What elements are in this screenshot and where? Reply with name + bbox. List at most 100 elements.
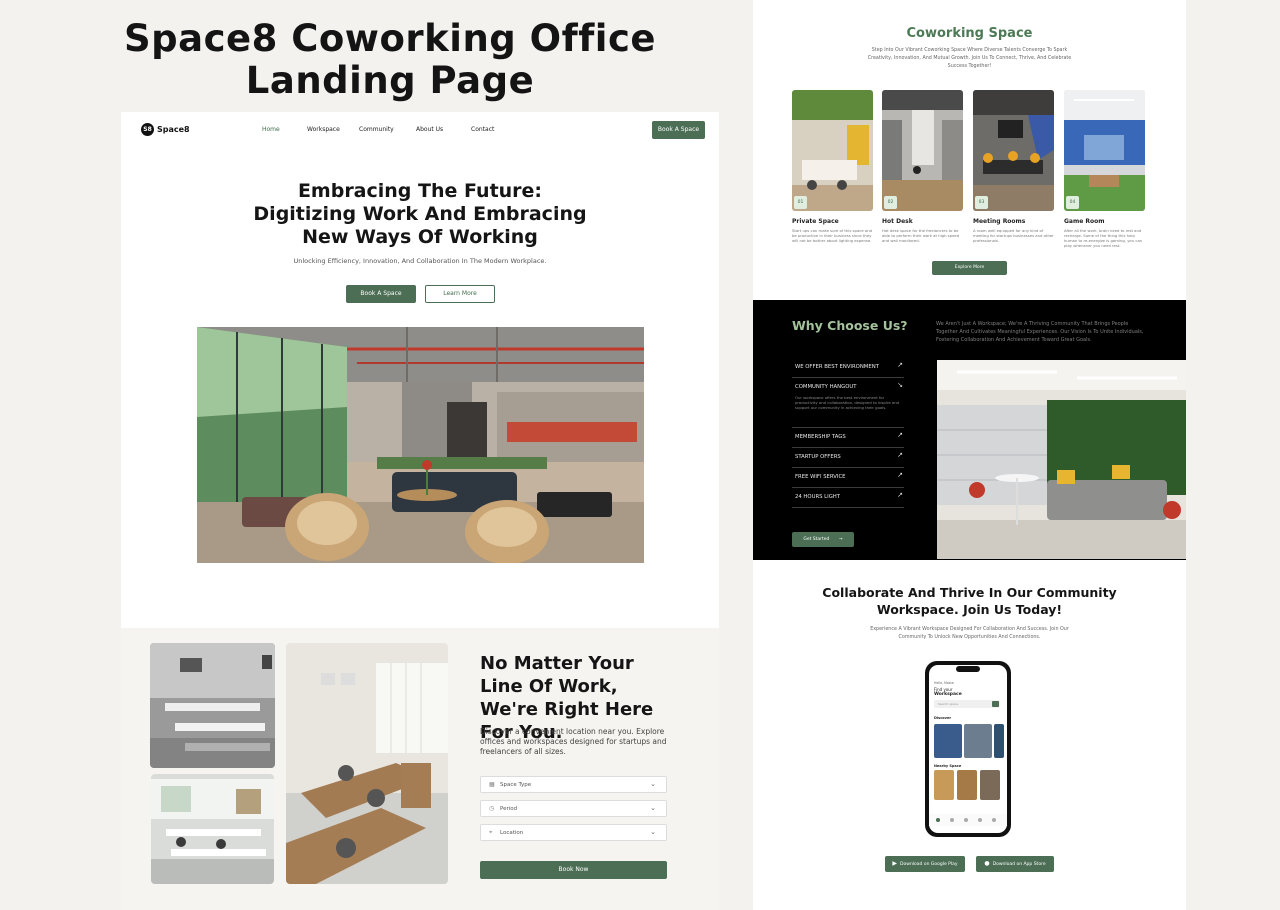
why-item[interactable]: WE OFFER BEST ENVIRONMENT ↗ [792,358,904,378]
google-play-button[interactable]: ▶ Download on Google Play [885,856,965,872]
book-space-nav-button[interactable]: Book A Space [652,121,705,139]
why-item-label: 24 HOURS LIGHT [795,494,841,500]
chevron-down-icon: ⌄ [650,780,656,788]
space-card[interactable]: 02 Hot Desk Hot desk space for the freel… [882,90,963,243]
space-card[interactable]: 01 Private Space Start ups can make sure… [792,90,873,243]
card-description: Start ups can make sure of this space an… [792,228,873,243]
coworking-title: Coworking Space [906,26,1033,41]
phone-search-input: Search space [938,702,959,706]
arrow-up-right-icon: ↗ [897,451,903,459]
space-type-label: Space Type [500,782,532,788]
nav-link-workspace[interactable]: Workspace [307,126,340,133]
card-number: 04 [1066,196,1079,209]
private-space-image: 01 [792,90,873,211]
get-started-label: Get Started [803,537,830,542]
finder-description: Discover a convenient location near you.… [480,727,667,756]
collab-description: Experience A Vibrant Workspace Designed … [870,627,1069,640]
card-title: Hot Desk [882,218,913,225]
card-description: After all the work, brain need to rest a… [1064,228,1143,248]
why-item-expanded[interactable]: COMMUNITY HANGOUT ↘ Our workspace offers… [792,378,904,428]
arrow-down-right-icon: ↘ [897,381,903,389]
pin-icon: ⌖ [489,829,493,836]
arrow-up-right-icon: ↗ [897,431,903,439]
arrow-up-right-icon: ↗ [897,491,903,499]
phone-discover: Discover [934,716,952,720]
office-photo-1 [150,643,275,768]
why-item-label: COMMUNITY HANGOUT [795,384,857,390]
card-number: 01 [794,196,807,209]
showcase-title-line2: Landing Page [245,59,535,102]
lounge-image [937,360,1186,559]
learn-more-button[interactable]: Learn More [425,285,495,303]
why-item-description: Our workspace offers the best environmen… [795,395,900,410]
why-item[interactable]: FREE WIFI SERVICE ↗ [792,468,904,488]
book-space-hero-button[interactable]: Book A Space [346,285,416,303]
office-photo-2 [151,774,274,884]
landing-page-left: S8 Space8 Home Workspace Community About… [121,112,719,910]
why-item[interactable]: MEMBERSHIP TAGS ↗ [792,428,904,448]
why-item-label: MEMBERSHIP TAGS [795,434,846,440]
why-choose-us-section: Why Choose Us? We Aren't Just A Workspac… [753,300,1186,560]
logo-text[interactable]: Space8 [157,123,190,136]
card-number: 02 [884,196,897,209]
why-item-label: FREE WIFI SERVICE [795,474,846,480]
nav-link-home[interactable]: Home [262,126,280,133]
hero-office-image [197,327,644,563]
app-store-label: Download on App Store [992,862,1046,867]
arrow-right-icon: → [838,537,843,542]
mobile-app-mockup: Hello, Mosta Find your Workspace Search … [924,660,1012,838]
hot-desk-image: 02 [882,90,963,211]
space-type-select[interactable]: ▦ Space Type ⌄ [480,776,667,793]
hero-title: Embracing The Future: Digitizing Work An… [253,180,587,248]
arrow-up-right-icon: ↗ [897,471,903,479]
why-title: Why Choose Us? [792,318,908,333]
office-photo-3 [286,643,448,884]
collab-title: Collaborate And Thrive In Our Community … [822,585,1117,617]
why-item[interactable]: 24 HOURS LIGHT ↗ [792,488,904,508]
why-item-label: WE OFFER BEST ENVIRONMENT [795,364,879,370]
clock-icon: ◷ [489,805,495,812]
showcase-title: Space8 Coworking Office Landing Page [100,18,680,102]
card-title: Meeting Rooms [973,218,1026,225]
chevron-down-icon: ⌄ [650,804,656,812]
game-room-image: 04 [1064,90,1145,211]
explore-more-button[interactable]: Explore More [932,261,1007,275]
why-item-label: STARTUP OFFERS [795,454,841,460]
card-description: A room well equipped for any kind of mee… [973,228,1054,243]
why-description: We Aren't Just A Workspace; We're A Thri… [936,321,1144,343]
meeting-rooms-image: 03 [973,90,1054,211]
google-play-label: Download on Google Play [900,862,958,867]
location-select[interactable]: ⌖ Location ⌄ [480,824,667,841]
phone-workspace: Workspace [934,692,962,697]
card-title: Private Space [792,218,839,225]
apple-icon: ● [984,860,990,867]
phone-nearby: Nearby Space [934,764,962,768]
period-select[interactable]: ◷ Period ⌄ [480,800,667,817]
hero-subtitle: Unlocking Efficiency, Innovation, And Co… [293,257,547,265]
space-card[interactable]: 03 Meeting Rooms A room well equipped fo… [973,90,1054,243]
app-store-button[interactable]: ● Download on App Store [976,856,1054,872]
card-number: 03 [975,196,988,209]
showcase-title-line1: Space8 Coworking Office [123,17,657,60]
location-label: Location [500,830,524,836]
card-description: Hot desk space for the freelancers to be… [882,228,960,243]
book-now-button[interactable]: Book Now [480,861,667,879]
coworking-description: Step Into Our Vibrant Coworking Space Wh… [867,48,1072,69]
chevron-down-icon: ⌄ [650,828,656,836]
building-icon: ▦ [489,781,495,788]
nav-link-contact[interactable]: Contact [471,126,494,133]
arrow-up-right-icon: ↗ [897,361,903,369]
phone-greeting: Hello, Mosta [934,681,954,685]
why-item[interactable]: STARTUP OFFERS ↗ [792,448,904,468]
card-title: Game Room [1064,218,1105,225]
landing-page-right: Coworking Space Step Into Our Vibrant Co… [753,0,1186,910]
nav-link-about[interactable]: About Us [416,126,443,133]
google-play-icon: ▶ [892,860,898,867]
nav-link-community[interactable]: Community [359,126,394,133]
period-label: Period [500,806,518,812]
top-nav: S8 Space8 Home Workspace Community About… [121,112,719,148]
space-card[interactable]: 04 Game Room After all the work, brain n… [1064,90,1145,248]
finder-section: No Matter Your Line Of Work, We're Right… [121,628,719,910]
get-started-button[interactable]: Get Started → [792,532,854,547]
logo-icon[interactable]: S8 [141,123,154,136]
